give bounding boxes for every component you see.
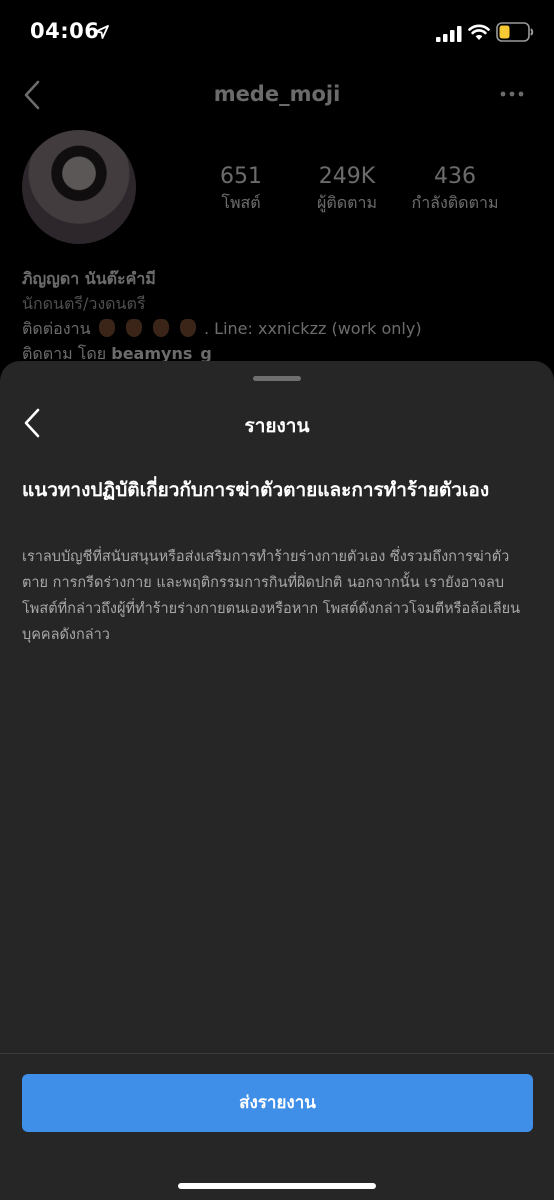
- guideline-heading: แนวทางปฏิบัติเกี่ยวกับการฆ่าตัวตายและการ…: [22, 479, 490, 501]
- stat-followers-label: ผู้ติดตาม: [316, 193, 378, 212]
- stat-followers-value: 249K: [318, 164, 376, 189]
- stat-followers[interactable]: 249K ผู้ติดตาม: [302, 164, 392, 216]
- contact-prefix: ติดต่องาน: [22, 319, 91, 338]
- report-sheet: รายงาน แนวทางปฏิบัติเกี่ยวกับการฆ่าตัวตา…: [0, 361, 554, 1200]
- status-bar: 04:06: [0, 0, 554, 64]
- location-arrow-icon: [95, 25, 109, 39]
- submit-report-button[interactable]: ส่งรายงาน: [22, 1074, 533, 1132]
- profile-background: mede_moji 651 โพสต์ 249K ผู้ติดตาม 436 ก…: [0, 64, 554, 374]
- profile-name: ภิญญดา นันต๊ะคำมี: [22, 269, 156, 288]
- battery-icon: [496, 22, 534, 42]
- footer-divider: [0, 1053, 554, 1054]
- pointing-down-emoji-icon: [152, 319, 169, 337]
- sheet-title: รายงาน: [244, 415, 310, 437]
- wifi-icon: [468, 24, 490, 40]
- stat-following[interactable]: 436 กำลังติดตาม: [404, 164, 506, 216]
- stat-posts-value: 651: [220, 164, 262, 189]
- contact-suffix: . Line: xxnickzz (work only): [203, 319, 422, 338]
- profile-contact: ติดต่องาน . Line: xxnickzz (work only): [22, 316, 542, 341]
- guideline-description: เราลบบัญชีที่สนับสนุนหรือส่งเสริมการทำร้…: [22, 549, 521, 643]
- profile-category: นักดนตรี/วงดนตรี: [22, 294, 146, 313]
- stat-following-value: 436: [434, 164, 476, 189]
- more-options-icon[interactable]: [500, 90, 524, 98]
- pointing-down-emoji-icon: [125, 319, 142, 337]
- signal-icon: [436, 26, 462, 42]
- pointing-down-emoji-icon: [98, 319, 115, 337]
- sheet-grabber[interactable]: [253, 376, 301, 381]
- stat-posts[interactable]: 651 โพสต์: [208, 164, 274, 216]
- home-indicator[interactable]: [178, 1183, 376, 1189]
- profile-username: mede_moji: [213, 82, 341, 106]
- pointing-down-emoji-icon: [179, 319, 196, 337]
- stat-posts-label: โพสต์: [221, 193, 261, 212]
- status-time: 04:06: [30, 19, 100, 43]
- stat-following-label: กำลังติดตาม: [411, 193, 499, 212]
- profile-bio: ภิญญดา นันต๊ะคำมี นักดนตรี/วงดนตรี ติดต่…: [22, 266, 542, 366]
- profile-avatar[interactable]: [22, 130, 136, 244]
